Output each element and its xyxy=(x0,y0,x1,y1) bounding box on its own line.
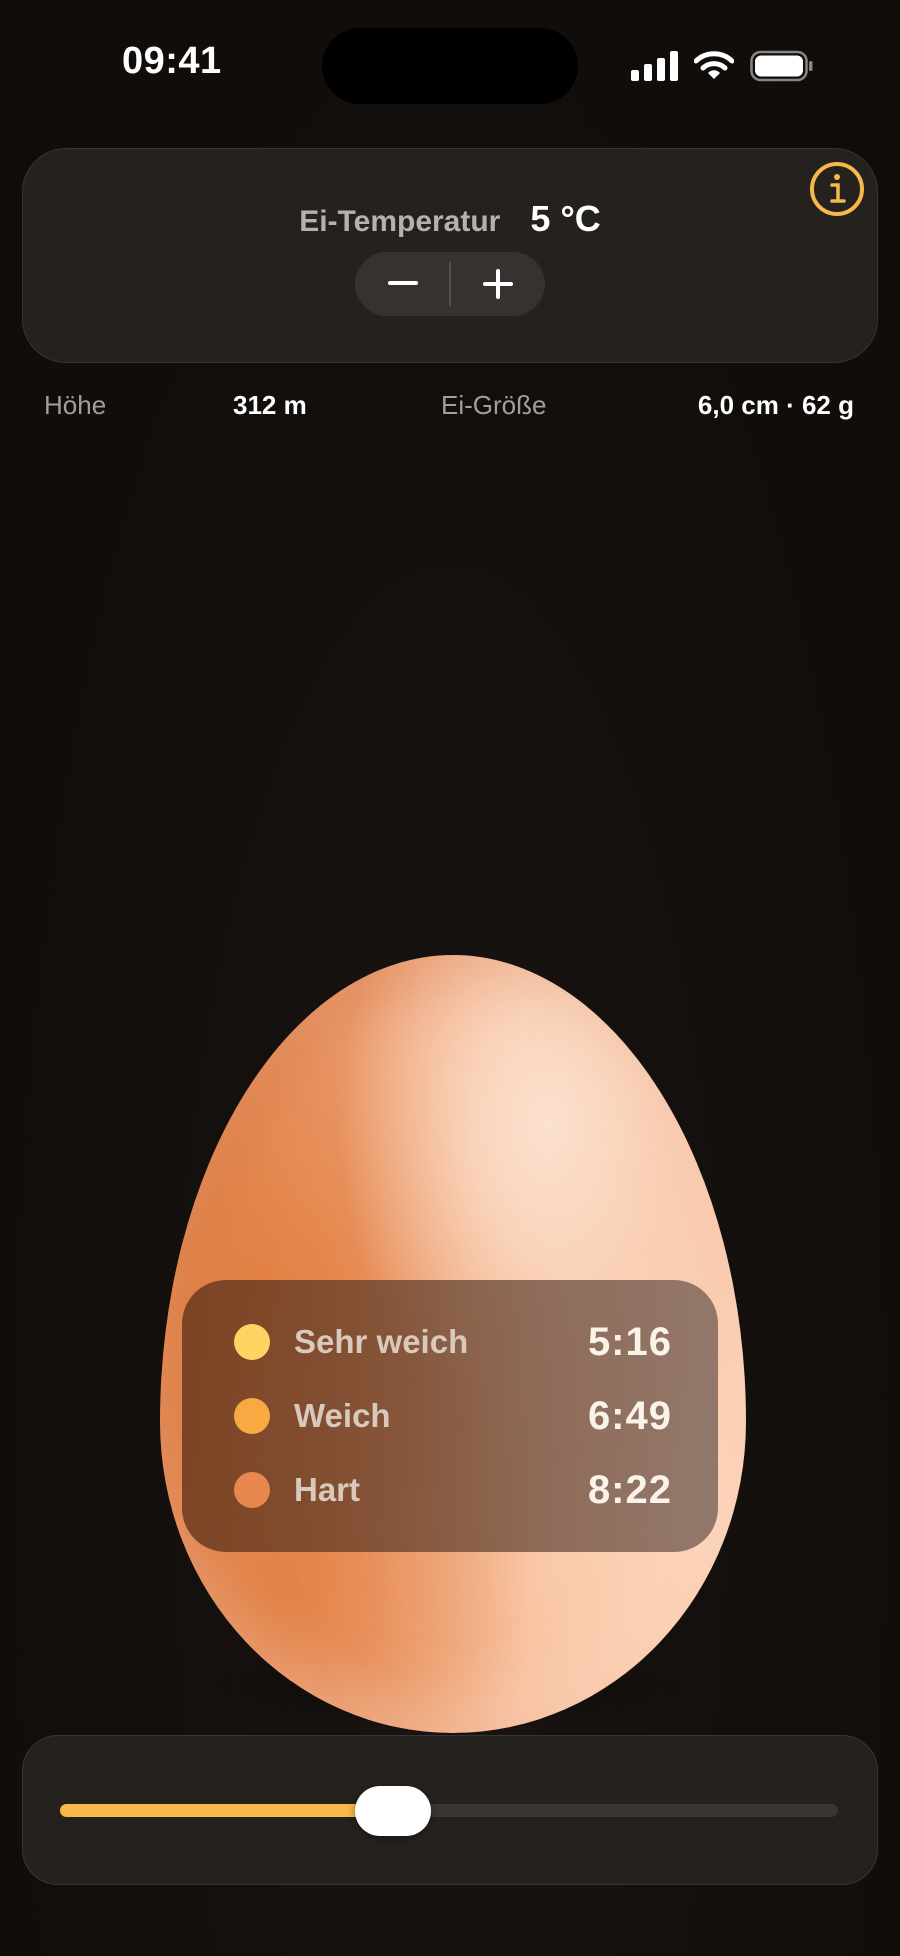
doneness-label: Sehr weich xyxy=(294,1323,469,1360)
status-icons xyxy=(631,46,814,86)
doneness-label: Weich xyxy=(294,1397,391,1434)
increment-button[interactable] xyxy=(450,252,545,316)
temperature-row: Ei-Temperatur 5 °C xyxy=(0,198,900,240)
cellular-signal-icon xyxy=(631,51,678,81)
temperature-value: 5 °C xyxy=(530,198,601,239)
cook-time-row: Sehr weich 5:16 xyxy=(182,1312,718,1372)
battery-icon xyxy=(750,50,813,82)
wifi-icon xyxy=(694,51,734,79)
doneness-label: Hart xyxy=(294,1471,361,1508)
dynamic-island xyxy=(322,28,578,104)
slider-fill xyxy=(60,1804,389,1817)
doneness-dot xyxy=(234,1472,270,1508)
egg-size-label: Ei-Größe xyxy=(441,390,547,420)
decrement-button[interactable] xyxy=(355,252,450,316)
cook-time-value: 5:16 xyxy=(587,1319,672,1364)
slider-thumb[interactable] xyxy=(355,1786,431,1836)
cook-times-panel: Sehr weich 5:16 Weich 6:49 Hart 8:22 xyxy=(182,1280,718,1552)
cook-time-value: 8:22 xyxy=(587,1467,672,1512)
plus-icon xyxy=(482,269,513,299)
cook-time-value: 6:49 xyxy=(587,1393,672,1438)
altitude-value: 312 m xyxy=(233,390,307,420)
egg-size-value: 6,0 cm · 62 g xyxy=(697,390,854,420)
minus-icon xyxy=(387,281,418,285)
doneness-dot xyxy=(234,1324,270,1360)
stepper-divider xyxy=(449,262,451,306)
app-screen: 09:41 Ei-Temperatur 5 °C Höhe 312 m Ei-G… xyxy=(0,0,900,1956)
altitude-label: Höhe xyxy=(44,390,107,420)
temperature-stepper xyxy=(355,252,545,316)
cook-time-row: Hart 8:22 xyxy=(182,1460,718,1520)
status-time: 09:41 xyxy=(122,40,222,82)
cook-time-row: Weich 6:49 xyxy=(182,1386,718,1446)
doneness-dot xyxy=(234,1398,270,1434)
temperature-label: Ei-Temperatur xyxy=(299,205,501,238)
